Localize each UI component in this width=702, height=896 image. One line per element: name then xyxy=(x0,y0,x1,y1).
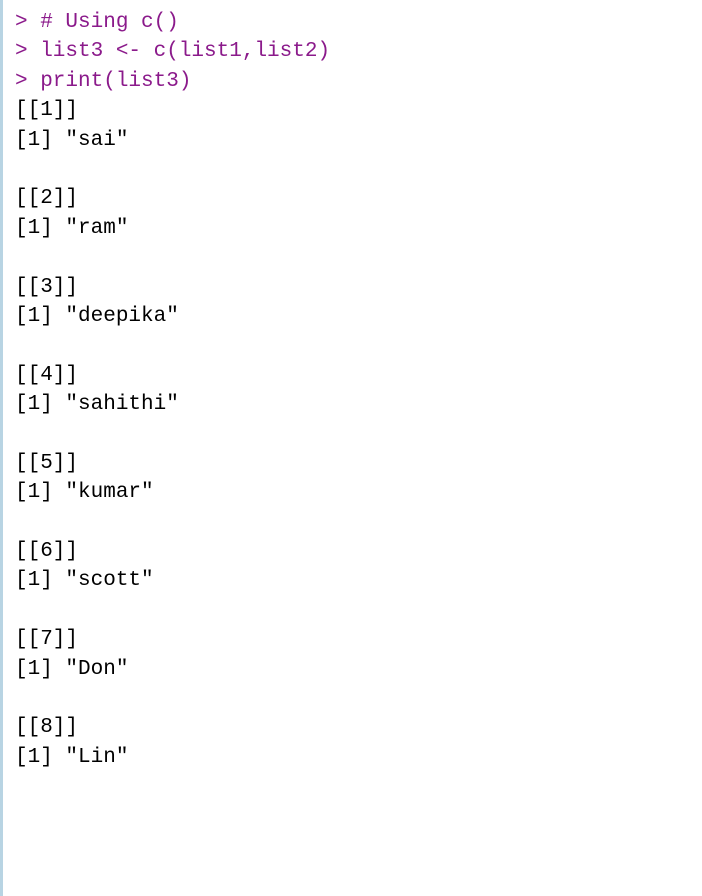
list-value: [1] "deepika" xyxy=(15,302,702,331)
list-index: [[8]] xyxy=(15,713,702,742)
blank-line xyxy=(15,508,702,537)
list-value: [1] "sai" xyxy=(15,126,702,155)
list-value: [1] "sahithi" xyxy=(15,390,702,419)
list-value: [1] "Don" xyxy=(15,655,702,684)
list-index: [[6]] xyxy=(15,537,702,566)
console-input-print: > print(list3) xyxy=(15,67,702,96)
list-value: [1] "kumar" xyxy=(15,478,702,507)
list-output-item: [[5]] [1] "kumar" xyxy=(15,449,702,508)
blank-line xyxy=(15,331,702,360)
console-input-comment: > # Using c() xyxy=(15,8,702,37)
code-console: > # Using c() > list3 <- c(list1,list2) … xyxy=(15,8,702,772)
list-output-item: [[2]] [1] "ram" xyxy=(15,184,702,243)
blank-line xyxy=(15,155,702,184)
list-index: [[7]] xyxy=(15,625,702,654)
console-input-assignment: > list3 <- c(list1,list2) xyxy=(15,37,702,66)
list-index: [[1]] xyxy=(15,96,702,125)
list-value: [1] "scott" xyxy=(15,566,702,595)
blank-line xyxy=(15,684,702,713)
list-output-item: [[1]] [1] "sai" xyxy=(15,96,702,155)
list-value: [1] "Lin" xyxy=(15,743,702,772)
list-output-item: [[8]] [1] "Lin" xyxy=(15,713,702,772)
list-index: [[4]] xyxy=(15,361,702,390)
blank-line xyxy=(15,243,702,272)
list-index: [[3]] xyxy=(15,273,702,302)
list-output-item: [[7]] [1] "Don" xyxy=(15,625,702,684)
list-output-item: [[6]] [1] "scott" xyxy=(15,537,702,596)
list-index: [[2]] xyxy=(15,184,702,213)
list-output-item: [[3]] [1] "deepika" xyxy=(15,273,702,332)
list-value: [1] "ram" xyxy=(15,214,702,243)
blank-line xyxy=(15,419,702,448)
blank-line xyxy=(15,596,702,625)
list-output-item: [[4]] [1] "sahithi" xyxy=(15,361,702,420)
list-index: [[5]] xyxy=(15,449,702,478)
